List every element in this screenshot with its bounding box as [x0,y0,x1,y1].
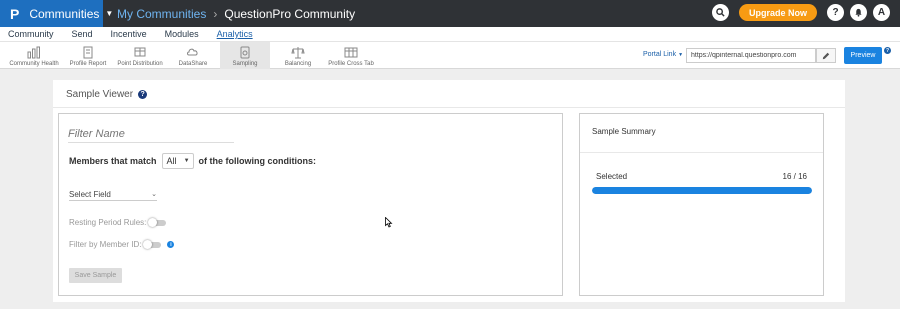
upgrade-now-button[interactable]: Upgrade Now [738,4,817,21]
selected-progress-bar [592,187,812,194]
divider [580,152,823,153]
member-id-label: Filter by Member ID: [69,240,142,249]
progress-fill [592,187,812,194]
tool-sampling[interactable]: Sampling [220,42,270,69]
breadcrumb: My Communities › QuestionPro Community [117,7,355,21]
portal-url-input[interactable] [686,48,816,63]
tool-balancing[interactable]: Balancing [280,42,316,69]
resting-period-row: Resting Period Rules: [69,217,167,227]
filter-section: Members that match All ▼ of the followin… [58,113,563,296]
tool-label: Point Distribution [117,61,163,67]
caret-down-icon: ▼ [105,9,114,18]
caret-down-icon: ▼ [678,52,684,58]
tool-profile-report[interactable]: Profile Report [66,42,110,69]
conditions-label: of the following conditions: [198,156,317,166]
member-id-row: Filter by Member ID: i [69,239,175,249]
page-title: Sample Viewer ? [66,89,148,100]
tool-label: Profile Cross Tab [328,61,374,67]
pencil-icon [822,52,830,59]
mouse-cursor-icon [385,217,393,228]
top-right-actions: Upgrade Now ? A [711,4,890,21]
tool-profile-cross-tab[interactable]: Profile Cross Tab [326,42,376,69]
edit-url-button[interactable] [816,48,836,63]
tool-point-distribution[interactable]: Point Distribution [114,42,166,69]
tool-label: DataShare [178,61,208,67]
menu-community[interactable]: Community [8,29,54,39]
datashare-icon [187,48,198,56]
brand-name: Communities [29,6,100,21]
info-icon[interactable]: i [167,241,175,248]
bar-chart-icon [27,46,40,59]
top-bar: P Communities ▼ My Communities › Questio… [0,0,900,27]
chevron-down-icon: ⌄ [151,191,157,198]
profile-report-icon [83,46,93,59]
user-avatar[interactable]: A [873,4,890,21]
questionpro-logo: P [10,5,20,22]
breadcrumb-my-communities[interactable]: My Communities [117,7,206,21]
page-title-text: Sample Viewer [66,89,134,100]
portal-link-dropdown[interactable]: Portal Link ▼ [643,51,683,58]
match-row: Members that match All ▼ of the followin… [69,153,316,169]
menu-analytics[interactable]: Analytics [217,29,253,39]
selected-count: 16 / 16 [782,172,807,181]
caret-down-icon: ▼ [183,158,190,164]
divider [53,107,845,108]
select-field-dropdown[interactable]: Select Field ⌄ [69,190,157,201]
breadcrumb-current: QuestionPro Community [224,6,356,21]
tool-label: Profile Report [69,61,107,67]
point-distribution-icon [134,47,146,57]
match-select[interactable]: All ▼ [161,153,194,169]
match-select-value: All [166,156,177,166]
portal-link-label: Portal Link [643,51,677,58]
save-sample-button[interactable]: Save Sample [69,268,122,283]
resting-period-label: Resting Period Rules: [69,218,147,227]
member-id-toggle[interactable] [143,239,162,249]
summary-title: Sample Summary [592,127,656,136]
main-menu: Community Send Incentive Modules Analyti… [0,27,900,42]
help-icon[interactable]: ? [827,4,844,21]
menu-modules[interactable]: Modules [165,29,199,39]
help-icon[interactable]: ? [884,47,891,54]
select-field-label: Select Field [69,190,111,199]
tool-label: Community Health [9,61,59,67]
members-match-label: Members that match [69,156,157,166]
sample-viewer-panel: Sample Viewer ? Members that match All ▼… [53,80,845,302]
menu-incentive[interactable]: Incentive [111,29,147,39]
filter-name-input[interactable] [68,128,234,143]
selected-label: Selected [596,172,628,181]
resting-period-toggle[interactable] [148,217,167,227]
preview-button[interactable]: Preview [844,47,882,64]
tool-datashare[interactable]: DataShare [176,42,210,69]
menu-send[interactable]: Send [72,29,93,39]
tool-label: Sampling [232,61,258,67]
communities-menu[interactable]: P Communities ▼ [0,0,113,27]
help-icon[interactable]: ? [138,90,148,99]
bell-icon[interactable] [850,4,867,21]
cross-tab-icon [344,47,358,58]
balance-scale-icon [291,47,305,59]
tool-community-health[interactable]: Community Health [8,42,60,69]
tool-label: Balancing [284,61,312,67]
chevron-right-icon: › [213,6,218,21]
search-icon[interactable] [711,4,729,21]
sample-summary-section: Sample Summary Selected 16 / 16 [579,113,824,296]
sampling-icon [240,46,250,59]
